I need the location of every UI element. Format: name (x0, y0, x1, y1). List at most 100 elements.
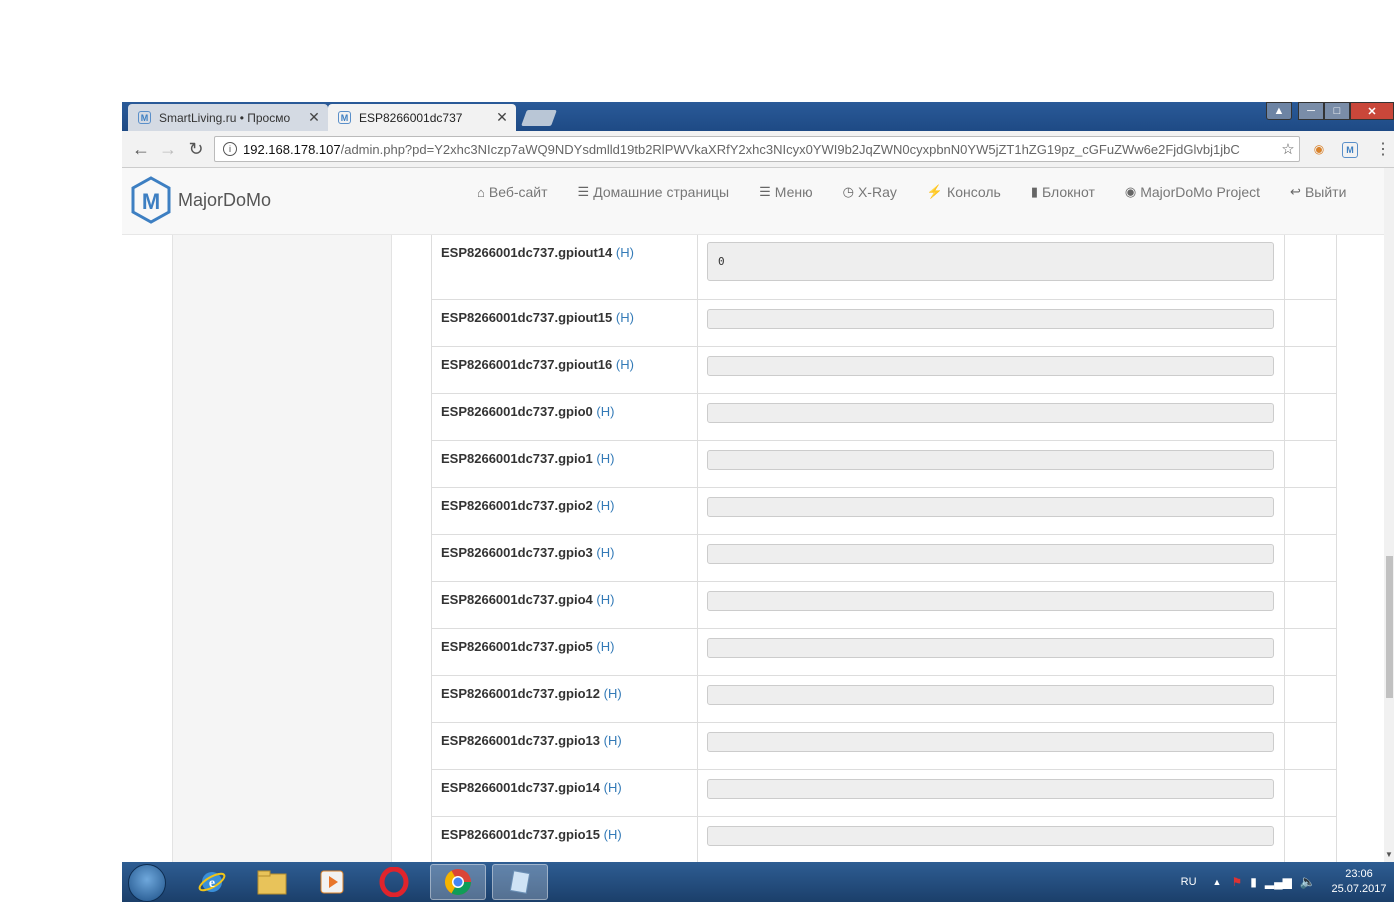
cell-divider (1284, 235, 1285, 299)
property-name: ESP8266001dc737.gpiout15 (H) (441, 310, 634, 325)
tab-title: SmartLiving.ru • Просмо (159, 110, 291, 125)
tab-close-icon[interactable]: ✕ (494, 109, 510, 126)
maximize-button[interactable]: □ (1324, 102, 1350, 120)
cell-divider (697, 488, 698, 534)
property-name: ESP8266001dc737.gpio13 (H) (441, 733, 622, 748)
table-row: ESP8266001dc737.gpiout15 (H) (432, 300, 1336, 347)
majordomo-extension-icon[interactable]: M (1342, 142, 1358, 158)
property-value-field[interactable] (707, 544, 1274, 564)
history-link[interactable]: (H) (616, 357, 634, 372)
new-tab-button[interactable] (521, 110, 557, 126)
history-link[interactable]: (H) (604, 733, 622, 748)
property-value-field[interactable] (707, 826, 1274, 846)
forward-arrow-icon[interactable]: → (157, 138, 179, 160)
globe-icon: ◉ (1124, 184, 1137, 199)
property-name: ESP8266001dc737.gpio3 (H) (441, 545, 614, 560)
language-indicator[interactable]: RU (1181, 876, 1197, 888)
profile-icon[interactable]: ▲ (1266, 102, 1292, 120)
property-name-text: ESP8266001dc737.gpio2 (441, 498, 593, 513)
table-row: ESP8266001dc737.gpio5 (H) (432, 629, 1336, 676)
history-link[interactable]: (H) (604, 827, 622, 842)
property-name-text: ESP8266001dc737.gpiout14 (441, 245, 613, 260)
page-scrollbar[interactable]: ▼ (1384, 168, 1394, 862)
table-row: ESP8266001dc737.gpio2 (H) (432, 488, 1336, 535)
cell-divider (1284, 394, 1285, 440)
property-value-field[interactable] (707, 779, 1274, 799)
property-value-field[interactable] (707, 403, 1274, 423)
minimize-button[interactable]: ─ (1298, 102, 1324, 120)
reload-icon[interactable]: ↻ (185, 138, 207, 160)
history-link[interactable]: (H) (596, 592, 614, 607)
majordomo-logo-icon[interactable]: M (130, 176, 172, 224)
cell-divider (1284, 629, 1285, 675)
history-link[interactable]: (H) (596, 498, 614, 513)
property-name-text: ESP8266001dc737.gpio5 (441, 639, 593, 654)
nav-item-home-pages[interactable]: ☰ Домашние страницы (578, 184, 730, 200)
scroll-down-arrow-icon[interactable]: ▼ (1384, 850, 1394, 862)
cell-divider (697, 770, 698, 816)
clock-time: 23:06 (1345, 868, 1373, 880)
history-link[interactable]: (H) (596, 545, 614, 560)
tab-smartliving[interactable]: M SmartLiving.ru • Просмо ✕ (128, 104, 328, 131)
cell-divider (1284, 770, 1285, 816)
history-link[interactable]: (H) (604, 686, 622, 701)
property-name-text: ESP8266001dc737.gpio3 (441, 545, 593, 560)
history-link[interactable]: (H) (596, 404, 614, 419)
nav-item-logout[interactable]: ↩ Выйти (1290, 184, 1346, 200)
nav-item-menu[interactable]: ☰ Меню (759, 184, 813, 200)
property-value-field[interactable] (707, 591, 1274, 611)
cell-divider (697, 535, 698, 581)
cell-divider (697, 347, 698, 393)
bookmark-star-icon[interactable]: ☆ (1277, 140, 1299, 158)
property-value-field[interactable] (707, 450, 1274, 470)
nav-item-label: X-Ray (857, 184, 897, 200)
nav-item-website[interactable]: ⌂ Веб-сайт (477, 184, 548, 200)
tab-esp8266[interactable]: M ESP8266001dc737 ✕ (328, 104, 516, 131)
property-value-field[interactable] (707, 732, 1274, 752)
network-signal-icon[interactable]: ▂▄▆ (1265, 875, 1292, 889)
start-button[interactable] (128, 864, 166, 902)
info-icon[interactable]: i (223, 142, 237, 156)
history-link[interactable]: (H) (596, 639, 614, 654)
address-bar[interactable]: i 192.168.178.107 /admin.php?pd=Y2xhc3NI… (214, 136, 1300, 162)
extension-icon[interactable]: ◉ (1310, 140, 1328, 158)
majordomo-favicon-icon: M (338, 111, 351, 124)
clock[interactable]: 23:06 25.07.2017 (1324, 867, 1394, 897)
brand-name[interactable]: MajorDoMo (178, 190, 271, 211)
media-player-icon[interactable] (304, 864, 360, 900)
history-link[interactable]: (H) (616, 245, 634, 260)
cell-divider (1284, 300, 1285, 346)
nav-item-console[interactable]: ⚡ Консоль (927, 184, 1001, 200)
nav-item-xray[interactable]: ◷ X-Ray (843, 184, 897, 200)
opera-icon[interactable] (366, 864, 422, 900)
property-name: ESP8266001dc737.gpio1 (H) (441, 451, 614, 466)
property-value-field[interactable] (707, 309, 1274, 329)
cell-divider (697, 676, 698, 722)
property-value-field[interactable] (707, 638, 1274, 658)
history-link[interactable]: (H) (604, 780, 622, 795)
svg-text:M: M (142, 189, 160, 214)
scrollbar-thumb[interactable] (1386, 556, 1393, 698)
nav-item-project[interactable]: ◉ MajorDoMo Project (1125, 184, 1260, 200)
property-value-field[interactable] (707, 497, 1274, 517)
history-link[interactable]: (H) (616, 310, 634, 325)
url-host: 192.168.178.107 (243, 141, 341, 157)
property-value-field[interactable] (707, 356, 1274, 376)
back-arrow-icon[interactable]: ← (130, 138, 152, 160)
show-hidden-icons-icon[interactable]: ▲ (1213, 877, 1222, 887)
nav-item-label: Блокнот (1041, 184, 1095, 200)
history-link[interactable]: (H) (596, 451, 614, 466)
file-explorer-icon[interactable] (244, 864, 300, 900)
property-value-field[interactable] (707, 685, 1274, 705)
tab-close-icon[interactable]: ✕ (306, 109, 322, 126)
property-value-field[interactable]: 0 (707, 242, 1274, 281)
nav-item-notebook[interactable]: ▮ Блокнот (1031, 184, 1095, 200)
close-window-button[interactable]: ✕ (1350, 102, 1394, 120)
action-center-flag-icon[interactable]: ⚑ (1231, 875, 1242, 889)
internet-explorer-icon[interactable]: e (184, 864, 240, 900)
notepad-icon[interactable] (492, 864, 548, 900)
device-icon[interactable]: ▮ (1250, 875, 1257, 889)
volume-icon[interactable]: 🔈 (1300, 874, 1316, 890)
chrome-menu-icon[interactable]: ⋮ (1374, 140, 1392, 158)
chrome-icon[interactable] (430, 864, 486, 900)
